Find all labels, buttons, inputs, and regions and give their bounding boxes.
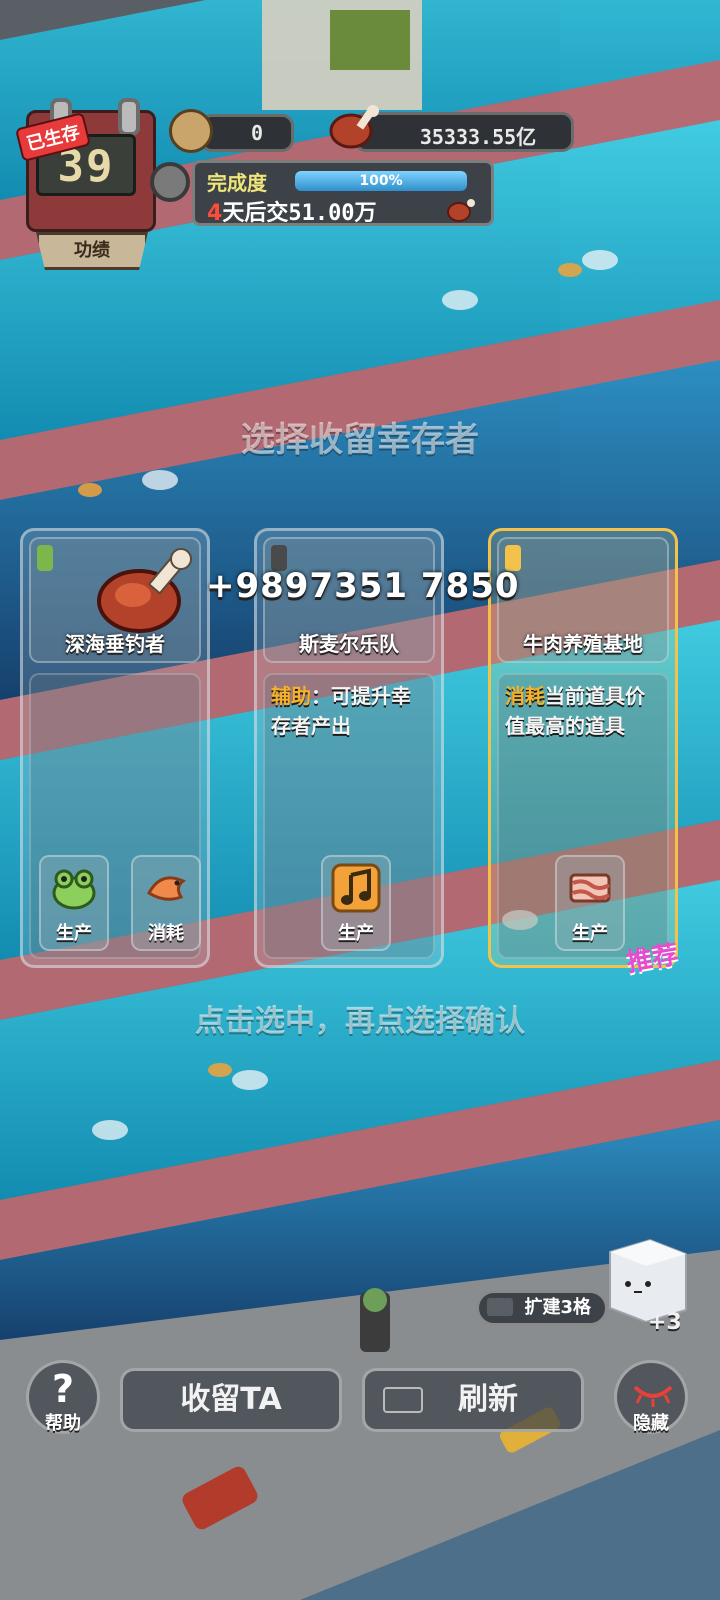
- hide-button[interactable]: 隐藏: [614, 1360, 688, 1434]
- question-icon: ?: [51, 1367, 75, 1411]
- consume-slot: 消耗: [131, 855, 201, 951]
- merit-button[interactable]: 功绩: [36, 232, 148, 270]
- overlay-title: 选择收留幸存者: [241, 420, 479, 460]
- calendar-ring: [118, 98, 140, 136]
- survivor-details: 消耗当前道具价值最高的道具 生产: [497, 673, 669, 959]
- completion-percent: 100%: [359, 173, 403, 189]
- ad-icon: [487, 1298, 513, 1316]
- survivor-name: 斯麦尔乐队: [299, 632, 399, 656]
- survivor-card-1[interactable]: 深海垂钓者 生产 消耗: [20, 528, 210, 968]
- completion-label: 完成度: [207, 171, 267, 195]
- survivor-details: 辅助：可提升幸存者产出 生产: [263, 673, 435, 959]
- hide-label: 隐藏: [633, 1413, 669, 1434]
- ad-icon: [383, 1387, 423, 1413]
- game-scene: 39 已生存 功绩 0 35333.55亿 完成度 100% 4天后交51.00…: [0, 0, 720, 1600]
- help-button[interactable]: ? 帮助: [26, 1360, 100, 1434]
- refresh-label: 刷新: [458, 1382, 518, 1417]
- produce-slot: 生产: [321, 855, 391, 951]
- slot-label: 生产: [56, 923, 92, 944]
- survivor-description: 辅助：可提升幸存者产出: [271, 684, 411, 738]
- meat-icon: [329, 105, 379, 149]
- expand-button[interactable]: 扩建3格: [476, 1290, 608, 1326]
- refresh-button[interactable]: 刷新: [362, 1368, 584, 1432]
- survivor-name: 牛肉养殖基地: [523, 632, 643, 656]
- help-label: 帮助: [45, 1413, 81, 1434]
- cube-count: +3: [648, 1310, 682, 1335]
- rank-badge: [37, 545, 53, 571]
- survivor-details: 生产 消耗: [29, 673, 201, 959]
- tin-can-counter: 0: [169, 109, 294, 153]
- slot-label: 消耗: [148, 923, 184, 944]
- frog-icon: [52, 869, 96, 910]
- slot-label: 生产: [572, 923, 608, 944]
- meat-reward-icon: [97, 548, 192, 633]
- cube-character[interactable]: +3: [600, 1232, 690, 1335]
- deadline-amount: 51.00万: [288, 201, 377, 226]
- deadline-days: 4: [207, 201, 223, 226]
- reward-amount: +9897351 7850: [206, 566, 520, 606]
- produce-slot: 生产: [39, 855, 109, 951]
- bacon-icon: [569, 873, 611, 903]
- survivor-portrait: 牛肉养殖基地: [497, 537, 669, 663]
- tin-can-icon: [169, 109, 213, 153]
- shrimp-icon: [147, 876, 186, 901]
- adopt-button[interactable]: 收留TA: [120, 1368, 342, 1432]
- closed-eye-icon: [633, 1385, 673, 1407]
- deadline-text: 天后交: [222, 201, 289, 226]
- gear-icon: [150, 162, 190, 202]
- deadline-line: 4天后交51.00万: [207, 195, 377, 227]
- completion-panel: 完成度 100% 4天后交51.00万: [192, 160, 494, 226]
- counter-value: 0: [250, 121, 264, 145]
- survival-days-calendar: 39 已生存 功绩: [14, 98, 156, 270]
- slot-label: 生产: [338, 923, 374, 944]
- expand-label: 扩建3格: [524, 1297, 591, 1318]
- cube-face-icon: [609, 1238, 687, 1324]
- selection-hint: 点击选中，再点选择确认: [195, 1004, 525, 1039]
- produce-slot: 生产: [555, 855, 625, 951]
- music-note-icon: [331, 863, 381, 913]
- completion-bar: 100%: [295, 171, 467, 191]
- survivor-description: 消耗当前道具价值最高的道具: [505, 684, 645, 738]
- meat-amount: 35333.55亿: [419, 125, 537, 149]
- meat-resource-counter: 35333.55亿: [329, 105, 574, 152]
- meat-icon: [447, 199, 475, 222]
